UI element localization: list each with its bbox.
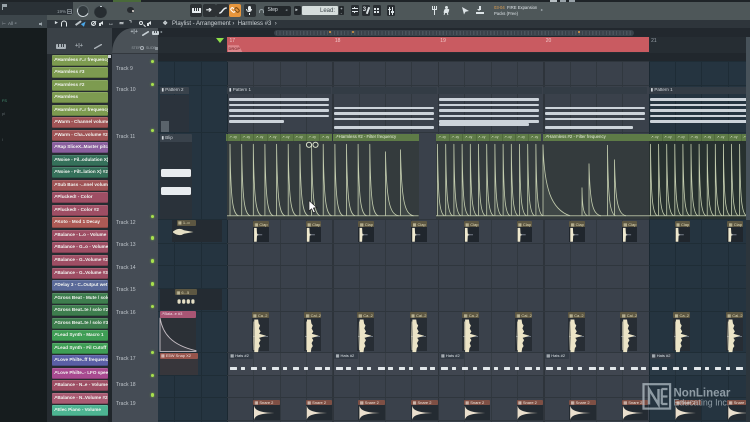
svg-text:Educating Inc.: Educating Inc. — [674, 398, 730, 408]
